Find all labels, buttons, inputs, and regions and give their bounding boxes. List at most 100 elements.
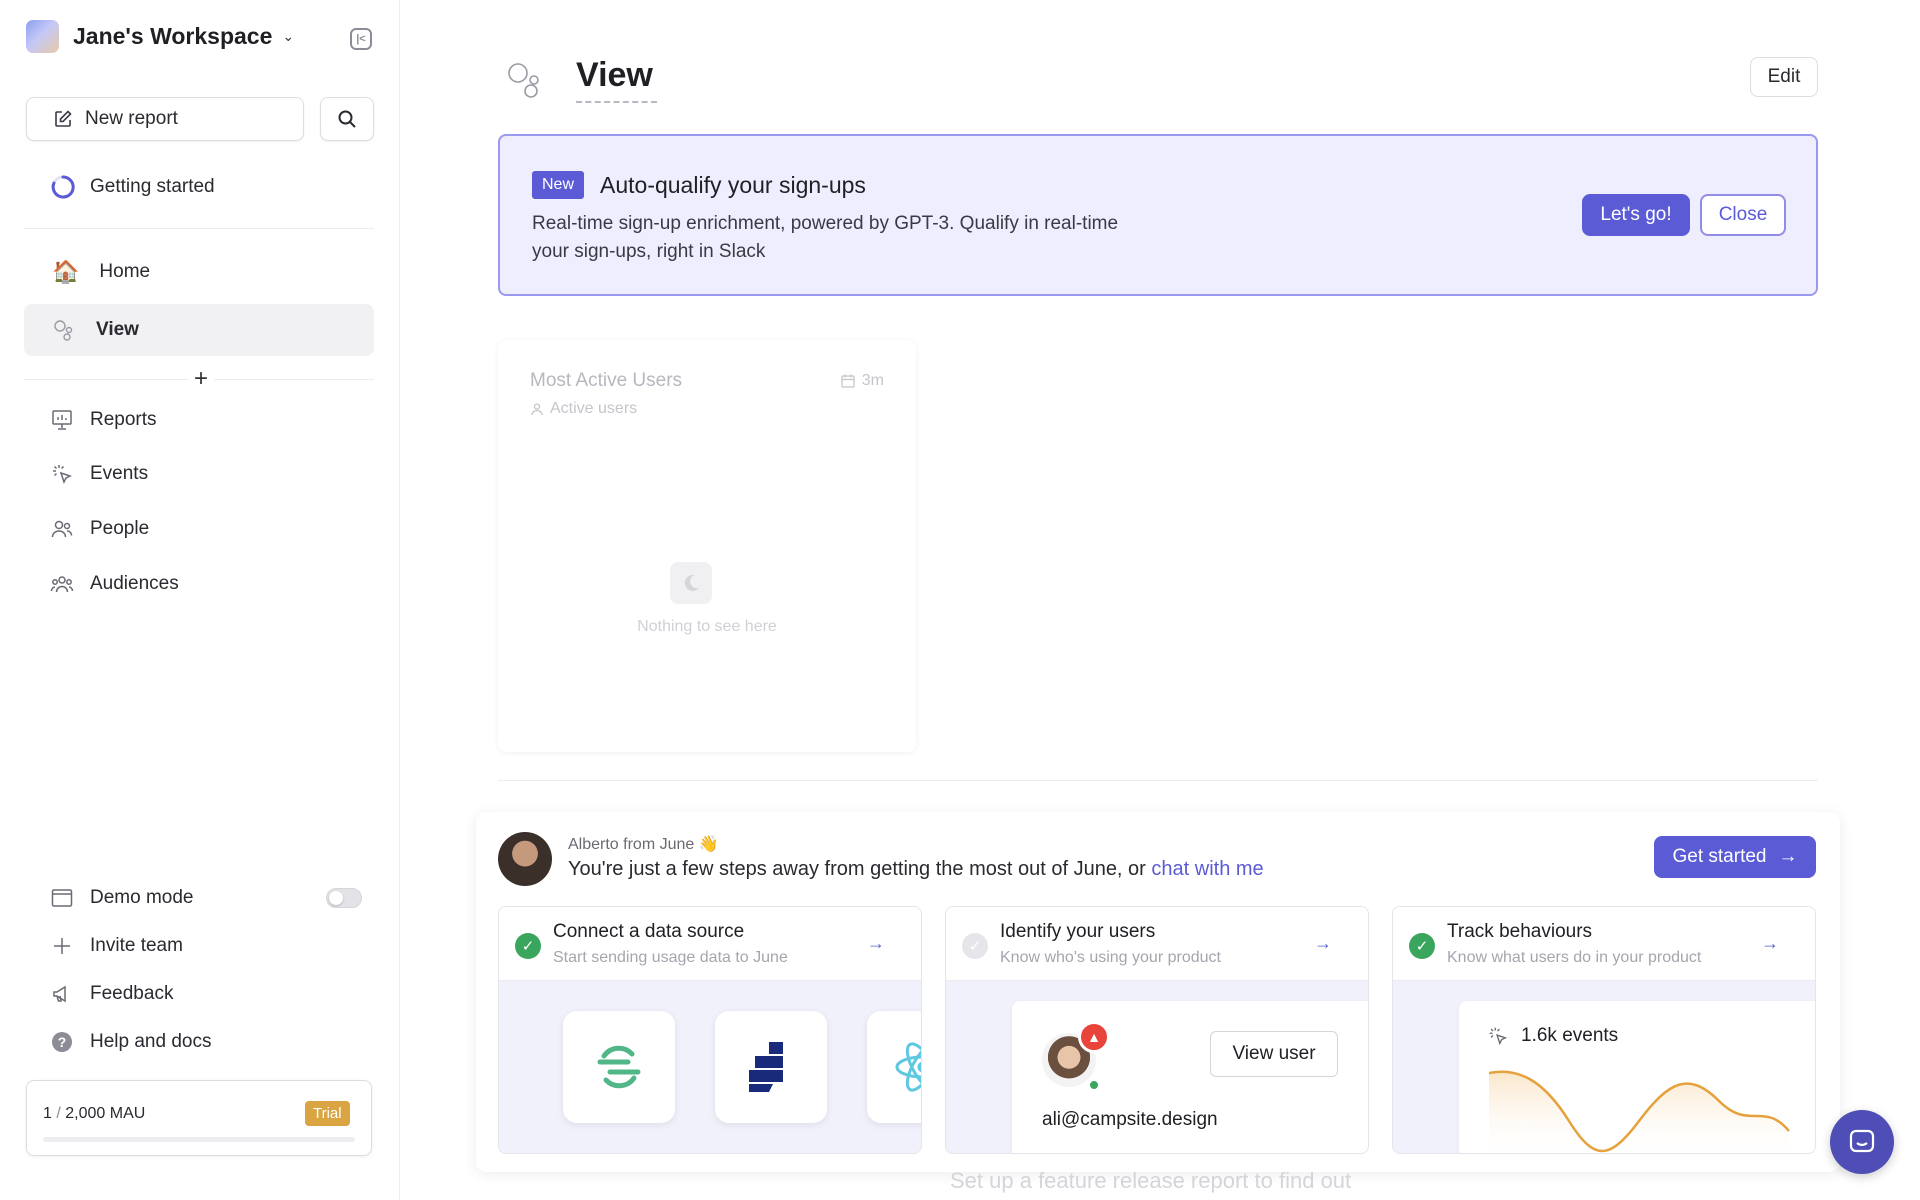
timeframe-text: 3m (861, 372, 884, 389)
onboarding-message: You're just a few steps away from gettin… (568, 858, 1264, 881)
company-logo-icon: ▲ (1078, 1021, 1110, 1053)
get-started-button[interactable]: Get started → (1654, 836, 1816, 878)
user-email: ali@campsite.design (1042, 1109, 1218, 1130)
add-view-button[interactable]: + (188, 364, 215, 394)
sidebar-item-label: Reports (90, 409, 157, 430)
sidebar-item-label: Invite team (90, 935, 183, 956)
people-icon (51, 520, 73, 538)
getting-started-item[interactable]: Getting started (50, 174, 215, 200)
edit-button[interactable]: Edit (1750, 57, 1818, 97)
mau-separator: / (56, 1105, 61, 1122)
lets-go-button[interactable]: Let's go! (1582, 194, 1690, 236)
banner-description: Real-time sign-up enrichment, powered by… (532, 210, 1172, 266)
user-preview-card: ▲ ali@campsite.design View user (1012, 1001, 1368, 1153)
check-icon: ✓ (1409, 933, 1435, 959)
sidebar-item-audiences[interactable]: Audiences (50, 572, 179, 596)
step-subtitle: Know what users do in your product (1447, 949, 1702, 966)
search-icon (338, 110, 356, 128)
check-icon: ✓ (515, 933, 541, 959)
events-count-text: 1.6k events (1521, 1025, 1619, 1046)
sidebar-item-view[interactable]: View (24, 304, 374, 356)
calendar-icon (841, 374, 855, 388)
arrow-right-icon: → (1761, 933, 1779, 953)
report-card-subtitle: Active users (530, 400, 637, 418)
events-count: 1.6k events (1487, 1025, 1618, 1047)
avatar (498, 832, 552, 886)
edit-icon (55, 110, 72, 127)
sidebar-item-reports[interactable]: Reports (50, 408, 157, 432)
segment-logo (563, 1011, 675, 1123)
step-subtitle: Start sending usage data to June (553, 949, 788, 966)
sidebar-item-demo-mode[interactable]: Demo mode (50, 886, 194, 910)
plan-badge: Trial (305, 1101, 350, 1126)
cursor-click-icon (53, 465, 72, 484)
sidebar-item-label: View (96, 319, 139, 340)
onboarding-step-track-behaviours[interactable]: ✓ Track behaviours Know what users do in… (1392, 906, 1816, 1154)
audience-icon (50, 576, 74, 593)
page-header: View (506, 56, 657, 103)
view-user-button[interactable]: View user (1210, 1031, 1338, 1077)
help-icon: ? (52, 1032, 72, 1052)
mau-usage-card[interactable]: 1 / 2,000 MAU Trial (26, 1080, 372, 1156)
bubbles-icon (54, 320, 73, 341)
workspace-switcher[interactable]: Jane's Workspace ⌄ (26, 20, 294, 53)
cursor-click-icon (1489, 1027, 1508, 1046)
demo-mode-toggle[interactable] (326, 888, 362, 908)
sidebar-item-home[interactable]: 🏠 Home (24, 246, 374, 298)
window-icon (51, 889, 73, 907)
empty-state-text: Nothing to see here (637, 618, 777, 635)
progress-ring-icon (51, 175, 75, 199)
step-subtitle: Know who's using your product (1000, 949, 1221, 966)
plus-icon (54, 938, 70, 954)
close-banner-button[interactable]: Close (1700, 194, 1786, 236)
sidebar-item-events[interactable]: Events (50, 462, 148, 486)
banner-title: Auto-qualify your sign-ups (600, 172, 866, 198)
onboarding-panel: Alberto from June 👋 You're just a few st… (476, 812, 1840, 1172)
new-badge: New (532, 171, 585, 199)
sidebar-item-invite-team[interactable]: Invite team (50, 934, 183, 958)
mau-progress-bar (43, 1137, 355, 1142)
events-sparkline (1489, 1070, 1790, 1153)
online-status-indicator (1088, 1079, 1100, 1091)
svg-text:?: ? (58, 1034, 67, 1050)
sidebar-item-feedback[interactable]: Feedback (50, 982, 173, 1006)
step-illustration (499, 981, 921, 1153)
collapse-sidebar-icon[interactable]: |< (350, 28, 372, 50)
sidebar-item-label: Home (99, 261, 151, 282)
report-card-subtitle-text: Active users (550, 400, 638, 417)
workspace-name: Jane's Workspace (73, 23, 273, 49)
events-preview-card: 1.6k events (1459, 1001, 1815, 1153)
search-button[interactable] (320, 97, 374, 141)
chat-launcher-button[interactable] (1830, 1110, 1894, 1174)
onboarding-message-text: You're just a few steps away from gettin… (568, 858, 1152, 880)
step-title: Connect a data source (553, 921, 745, 942)
step-title: Track behaviours (1447, 921, 1593, 942)
chevron-down-icon: ⌄ (282, 28, 295, 44)
sidebar-item-label: Audiences (90, 573, 179, 594)
getting-started-label: Getting started (90, 176, 215, 197)
chat-with-me-link[interactable]: chat with me (1151, 858, 1263, 880)
report-card-timeframe: 3m (840, 372, 884, 390)
new-report-button[interactable]: New report (26, 97, 304, 141)
arrow-right-icon: → (1314, 933, 1332, 953)
sidebar-item-people[interactable]: People (50, 517, 149, 541)
step-illustration: 1.6k events (1393, 981, 1815, 1153)
chat-icon (1849, 1129, 1875, 1153)
announcement-banner: New Auto-qualify your sign-ups Real-time… (498, 134, 1818, 296)
banner-description-line: your sign-ups, right in Slack (532, 241, 766, 262)
sidebar-item-label: Events (90, 463, 149, 484)
onboarding-step-connect-data[interactable]: ✓ Connect a data source Start sending us… (498, 906, 922, 1154)
report-card-title: Most Active Users (530, 370, 683, 391)
mau-usage-text: 1 / 2,000 MAU (43, 1105, 145, 1123)
onboarding-sender: Alberto from June 👋 (568, 836, 719, 853)
page-title[interactable]: View (576, 56, 657, 103)
sidebar-divider (24, 228, 374, 229)
onboarding-step-identify-users[interactable]: ✓ Identify your users Know who's using y… (945, 906, 1369, 1154)
banner-description-line: Real-time sign-up enrichment, powered by… (532, 213, 1119, 234)
sidebar: Jane's Workspace ⌄ |< New report Getting… (0, 0, 400, 1200)
faded-helper-text: Set up a feature release report to find … (950, 1168, 1352, 1193)
report-card-most-active-users[interactable]: Most Active Users Active users 3m Nothin… (498, 340, 916, 752)
moon-icon (670, 562, 712, 604)
sidebar-item-help-docs[interactable]: ? Help and docs (50, 1030, 211, 1054)
check-icon: ✓ (962, 933, 988, 959)
